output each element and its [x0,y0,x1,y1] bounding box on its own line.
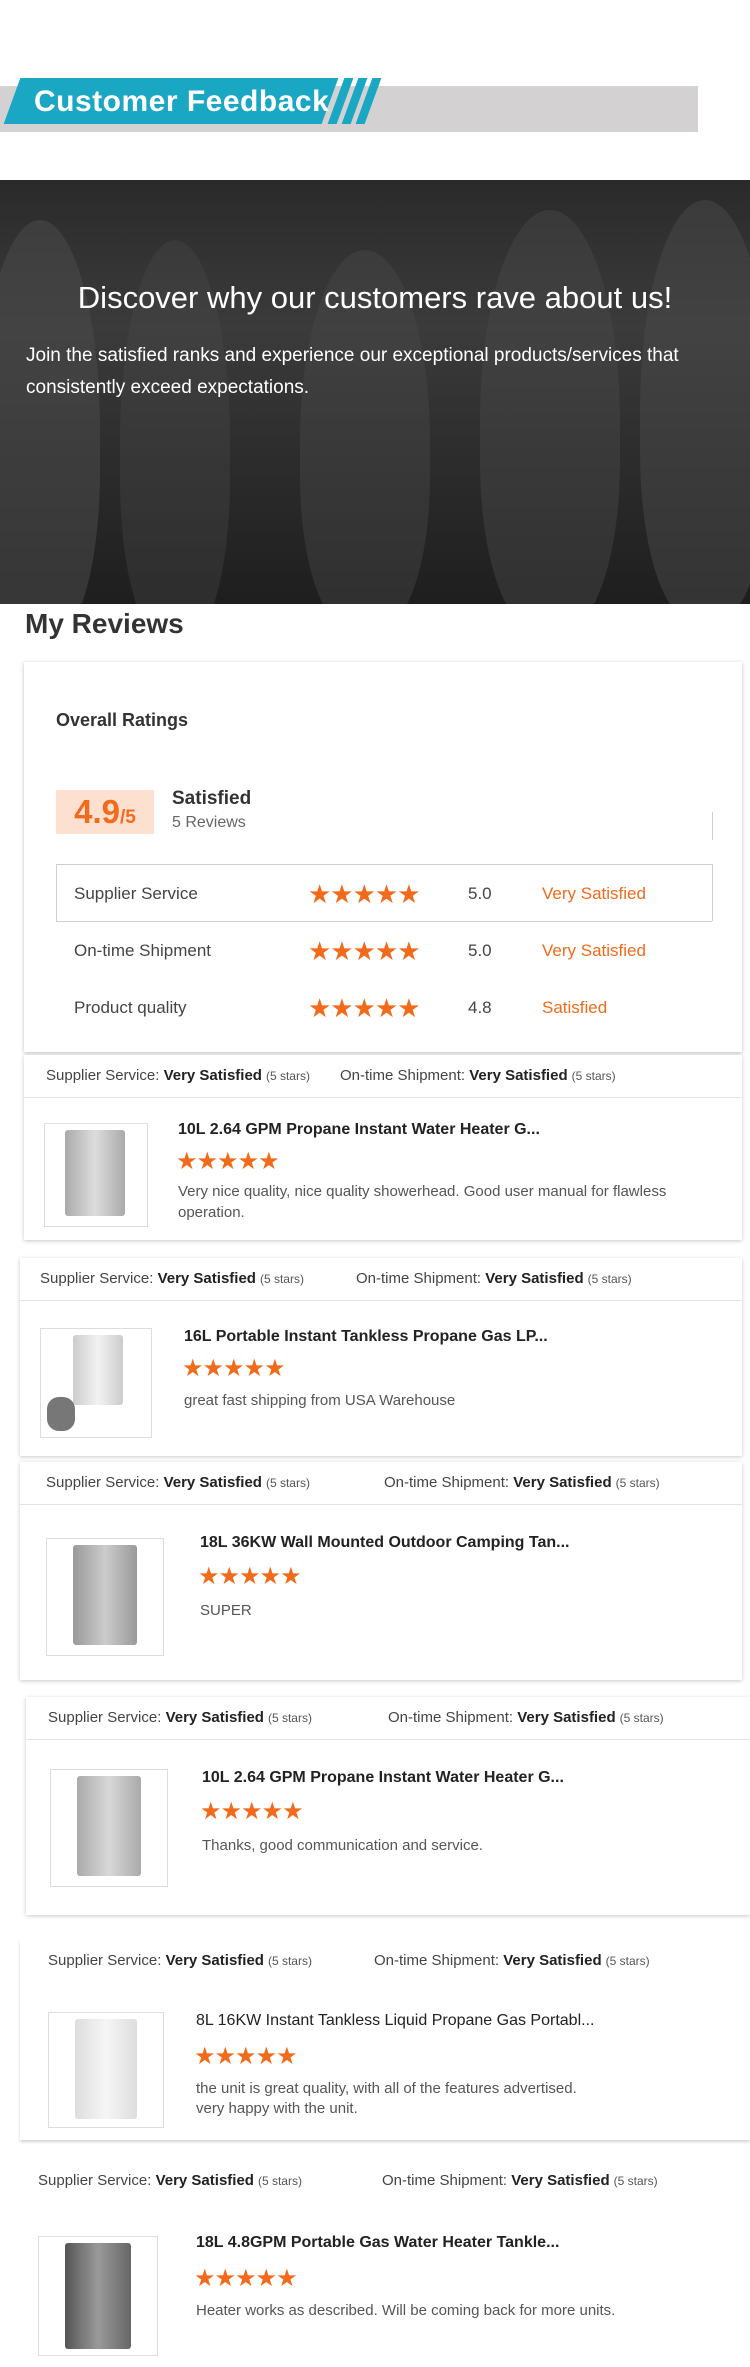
review-header: Supplier Service: Very Satisfied (5 stars… [16,2160,750,2202]
rating-label: Very Satisfied [542,941,646,960]
star-rating-icon: ★★★★★ [200,1798,304,1825]
rating-row-product-quality: Product quality ★★★★★ 4.8 Satisfied [56,986,712,1026]
review-count: 5 Reviews [172,814,246,831]
review-comment: Thanks, good communication and service. [202,1837,483,1854]
review-comment-line2: very happy with the unit. [196,2100,358,2117]
customer-feedback-banner: Customer Feedback [0,78,700,133]
shipment-rating: On-time Shipment: Very Satisfied (5 stars… [340,1067,616,1084]
product-thumbnail[interactable] [38,2236,158,2356]
water-heater-image [75,2019,137,2119]
review-header: Supplier Service: Very Satisfied (5 stars… [20,1462,742,1505]
water-heater-image [73,1545,137,1645]
row-divider [56,921,712,922]
shipment-rating: On-time Shipment: Very Satisfied (5 stars… [384,1474,660,1491]
product-title[interactable]: 10L 2.64 GPM Propane Instant Water Heate… [178,1121,540,1139]
rating-name: Product quality [74,998,187,1017]
row-divider [712,864,713,921]
satisfaction-label: Satisfied [172,788,252,809]
shipment-rating: On-time Shipment: Very Satisfied (5 stars… [374,1952,650,1969]
review-comment: Very nice quality, nice quality showerhe… [178,1183,667,1221]
my-reviews-title: My Reviews [25,608,184,639]
people-silhouette [480,210,620,604]
star-rating-icon: ★★★★★ [198,1563,302,1590]
product-title[interactable]: 18L 36KW Wall Mounted Outdoor Camping Ta… [200,1534,569,1552]
score-suffix: /5 [120,807,136,828]
rating-label: Satisfied [542,998,608,1017]
rating-name: On-time Shipment [74,941,211,960]
product-title[interactable]: 16L Portable Instant Tankless Propane Ga… [184,1328,548,1346]
hero-image: Discover why our customers rave about us… [0,180,750,604]
banner-title: Customer Feedback [34,85,330,118]
rating-row-on-time-shipment: On-time Shipment ★★★★★ 5.0 Very Satisfie… [56,929,712,969]
rating-value: 5.0 [468,941,492,960]
review-card: Supplier Service: Very Satisfied (5 stars… [26,1697,750,1915]
divider [712,812,713,840]
propane-tank-image [47,1397,75,1431]
water-heater-image [73,1335,123,1405]
review-header: Supplier Service: Very Satisfied (5 stars… [24,1055,742,1098]
supplier-service-rating: Supplier Service: Very Satisfied (5 stars… [46,1474,310,1491]
supplier-service-rating: Supplier Service: Very Satisfied (5 stars… [38,2172,302,2189]
water-heater-image [65,1130,125,1216]
review-card: Supplier Service: Very Satisfied (5 stars… [20,1940,750,2140]
star-rating-icon: ★★★★★ [308,936,421,966]
water-heater-image [65,2243,131,2349]
rating-name: Supplier Service [74,884,198,903]
review-comment: great fast shipping from USA Warehouse [184,1392,456,1409]
product-title[interactable]: 8L 16KW Instant Tankless Liquid Propane … [196,2012,594,2030]
review-card: Supplier Service: Very Satisfied (5 stars… [24,1055,742,1240]
overall-ratings-card: Overall Ratings 4.9/5 Satisfied 5 Review… [24,662,742,1052]
star-rating-icon: ★★★★★ [308,879,421,909]
star-rating-icon: ★★★★★ [308,993,421,1023]
shipment-rating: On-time Shipment: Very Satisfied (5 stars… [356,1270,632,1287]
water-heater-image [77,1776,141,1876]
people-silhouette [0,220,100,604]
shipment-rating: On-time Shipment: Very Satisfied (5 stars… [388,1709,664,1726]
product-title[interactable]: 10L 2.64 GPM Propane Instant Water Heate… [202,1769,564,1787]
star-rating-icon: ★★★★★ [194,2265,298,2292]
rating-row-supplier-service: Supplier Service ★★★★★ 5.0 Very Satisfie… [56,872,712,912]
rating-label: Very Satisfied [542,884,646,903]
product-thumbnail[interactable] [48,2012,164,2128]
star-rating-icon: ★★★★★ [176,1148,280,1175]
review-card: Supplier Service: Very Satisfied (5 stars… [20,1258,742,1456]
product-thumbnail[interactable] [44,1123,148,1227]
overall-ratings-label: Overall Ratings [56,710,189,730]
score-value: 4.9 [74,793,120,830]
review-card: Supplier Service: Very Satisfied (5 stars… [20,1462,742,1680]
review-comment: SUPER [200,1602,252,1619]
product-thumbnail[interactable] [50,1769,168,1887]
supplier-service-rating: Supplier Service: Very Satisfied (5 stars… [40,1270,304,1287]
product-thumbnail[interactable] [40,1328,152,1438]
score-badge: 4.9/5 [56,790,154,834]
shipment-rating: On-time Shipment: Very Satisfied (5 stars… [382,2172,658,2189]
review-header: Supplier Service: Very Satisfied (5 stars… [20,1258,742,1301]
supplier-service-rating: Supplier Service: Very Satisfied (5 stars… [46,1067,310,1084]
review-card: Supplier Service: Very Satisfied (5 stars… [16,2160,750,2367]
hero-title: Discover why our customers rave about us… [77,280,673,315]
supplier-service-rating: Supplier Service: Very Satisfied (5 stars… [48,1709,312,1726]
supplier-service-rating: Supplier Service: Very Satisfied (5 stars… [48,1952,312,1969]
rating-value: 5.0 [468,884,492,903]
star-rating-icon: ★★★★★ [194,2043,298,2070]
star-rating-icon: ★★★★★ [182,1355,286,1382]
review-header: Supplier Service: Very Satisfied (5 stars… [20,1940,750,1982]
review-comment: Heater works as described. Will be comin… [196,2302,616,2319]
review-header: Supplier Service: Very Satisfied (5 stars… [26,1697,750,1740]
rating-value: 4.8 [468,998,492,1017]
product-title[interactable]: 18L 4.8GPM Portable Gas Water Heater Tan… [196,2234,559,2252]
review-comment: the unit is great quality, with all of t… [196,2080,577,2097]
product-thumbnail[interactable] [46,1538,164,1656]
rating-rows: Supplier Service ★★★★★ 5.0 Very Satisfie… [56,864,713,1026]
hero-subtitle: Join the satisfied ranks and experience … [26,345,679,398]
